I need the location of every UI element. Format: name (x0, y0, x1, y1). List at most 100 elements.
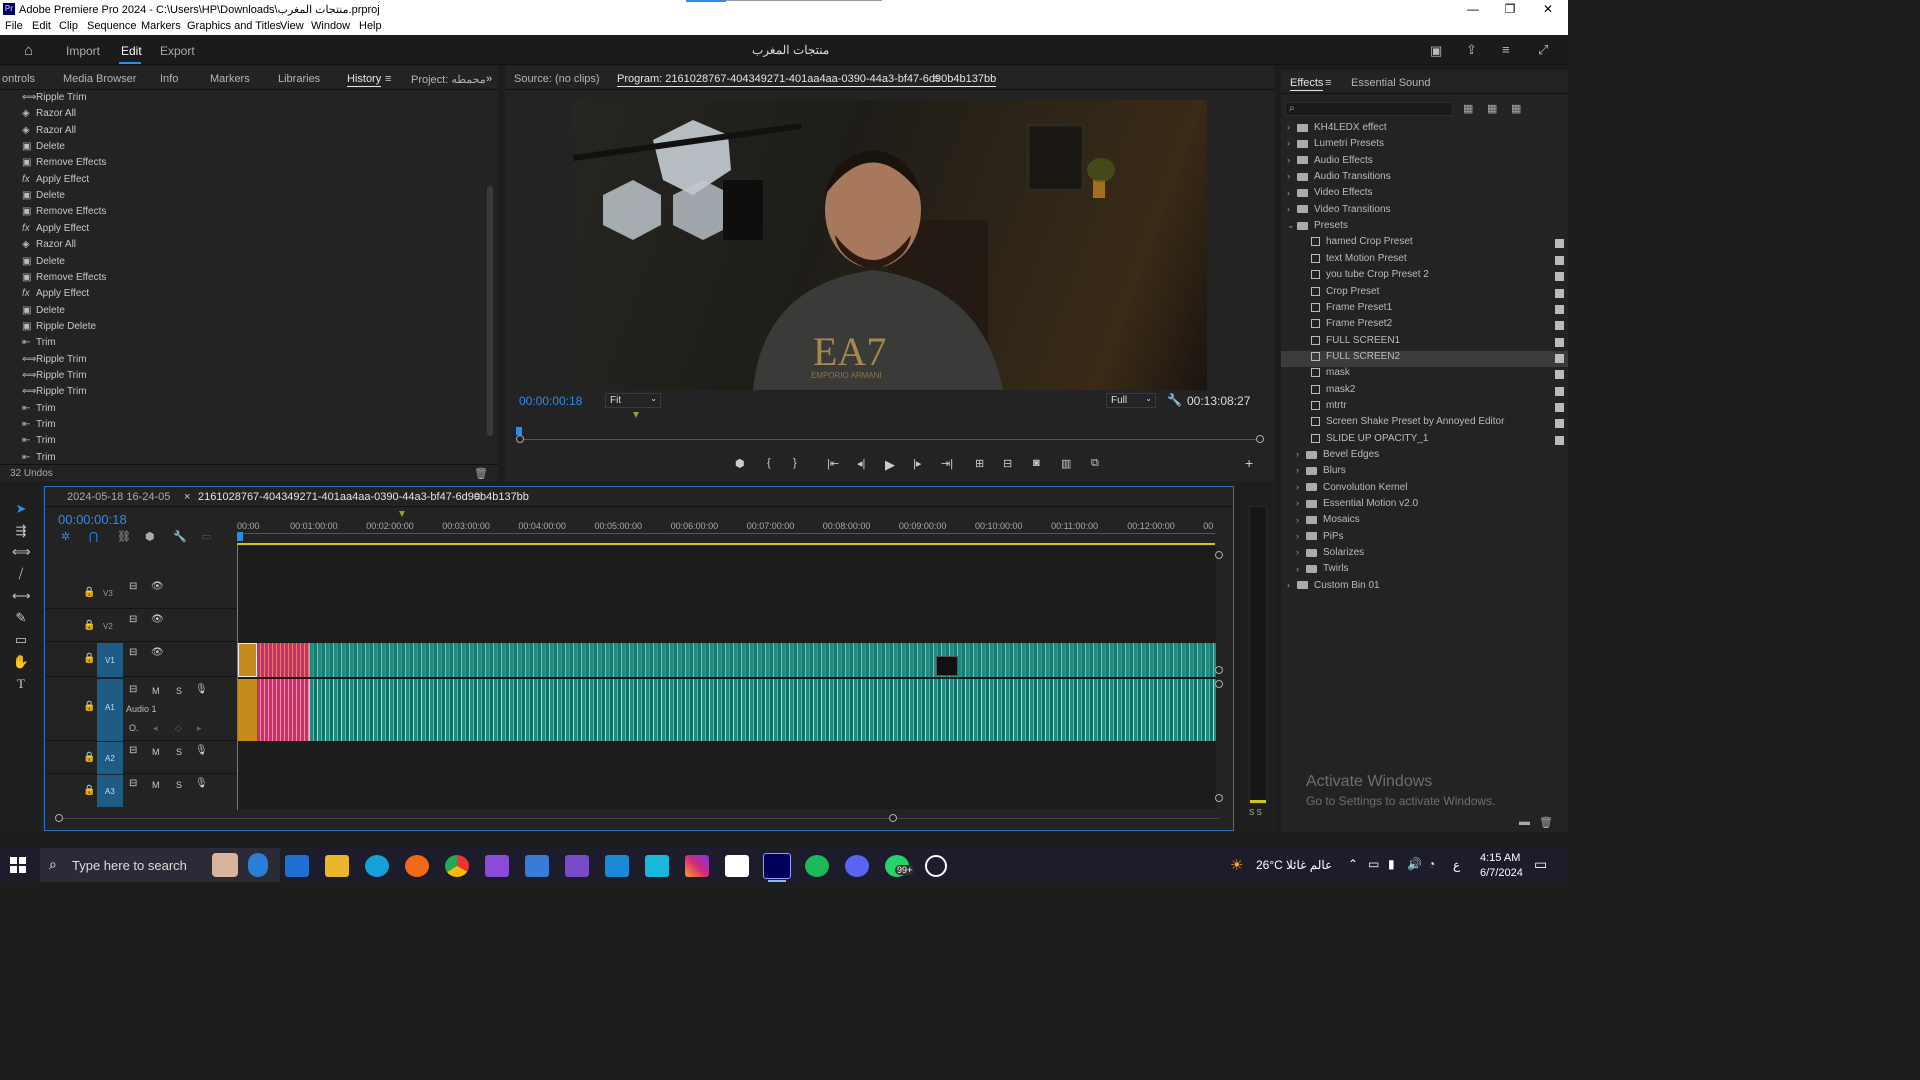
notifications-icon[interactable]: ▭ (1534, 856, 1547, 873)
history-item[interactable]: ⇤ Trim (22, 419, 482, 435)
32bit-effects-icon[interactable]: ▦ (1487, 102, 1497, 115)
lock-icon[interactable]: 🔒 (83, 620, 95, 631)
effect-folder-item[interactable]: › PiPs (1281, 531, 1568, 547)
solo-button[interactable]: S (176, 686, 182, 696)
time-ruler[interactable]: 00:00 00:01:00:00 00:02:00:00 00:03:00:00 00… (237, 511, 1217, 545)
effect-folder-item[interactable]: › Twirls (1281, 563, 1568, 579)
wifi-icon[interactable]: ◔ (1428, 857, 1435, 871)
weather-icon[interactable]: ☀ (1230, 856, 1243, 874)
step-forward-icon[interactable]: |▸ (913, 457, 921, 470)
chevron-right-icon[interactable]: › (1296, 547, 1306, 557)
step-back-icon[interactable]: ◂| (857, 457, 865, 470)
effect-preset-item[interactable]: hamed Crop Preset (1281, 236, 1568, 252)
effects-search-input[interactable]: ⌕ (1285, 102, 1453, 116)
effect-preset-item[interactable]: Crop Preset (1281, 286, 1568, 302)
comparison-view-icon[interactable]: ▥ (1061, 457, 1071, 470)
tab-essential-sound[interactable]: Essential Sound (1351, 77, 1431, 89)
export-frame-icon[interactable]: ◙ (1033, 457, 1040, 469)
effect-preset-item[interactable]: Screen Shake Preset by Annoyed Editor (1281, 416, 1568, 432)
history-item[interactable]: ⇤ Trim (22, 452, 482, 462)
file-explorer-icon[interactable] (325, 855, 349, 877)
store-icon[interactable] (525, 855, 549, 877)
lift-icon[interactable]: ⊞ (975, 457, 984, 470)
windows-start-icon[interactable] (10, 857, 26, 873)
pen-tool-icon[interactable]: ✎ (12, 610, 30, 628)
lock-icon[interactable]: 🔒 (83, 587, 95, 598)
history-item[interactable]: ▣ Delete (22, 305, 482, 321)
effect-folder-item[interactable]: › Convolution Kernel (1281, 482, 1568, 498)
fullscreen-icon[interactable]: ⤢ (1538, 42, 1548, 58)
rectangle-tool-icon[interactable]: ▭ (12, 632, 30, 650)
tab-edit[interactable]: Edit (121, 44, 142, 58)
video-clip-thumbnail[interactable] (936, 656, 958, 676)
horizontal-zoom-bar[interactable] (55, 812, 1223, 824)
settings-wrench-icon[interactable]: 🔧 (1167, 393, 1182, 407)
history-item[interactable]: ⇤ Trim (22, 403, 482, 419)
clock-time[interactable]: 4:15 AM (1480, 852, 1520, 864)
chevron-right-icon[interactable]: › (1287, 204, 1297, 214)
delete-icon[interactable]: 🗑 (1539, 816, 1553, 829)
add-keyframe-icon[interactable]: ◇ (175, 723, 182, 734)
timeline-settings-icon[interactable]: 🔧 (173, 530, 187, 543)
next-keyframe-icon[interactable]: ▸ (197, 723, 202, 734)
chevron-right-icon[interactable]: › (1296, 498, 1306, 508)
tab-export[interactable]: Export (160, 44, 195, 58)
scrub-playhead[interactable] (516, 427, 522, 435)
history-item[interactable]: ▣ Delete (22, 190, 482, 206)
eye-icon[interactable]: 👁 (151, 614, 164, 625)
menu-view[interactable]: View (280, 20, 304, 32)
linked-selection-icon[interactable]: ⛓ (117, 530, 131, 543)
chevron-right-icon[interactable]: › (1296, 564, 1306, 574)
zoom-end-handle[interactable] (889, 814, 897, 822)
lock-icon[interactable]: 🔒 (83, 785, 95, 796)
chevron-right-icon[interactable]: › (1287, 138, 1297, 148)
chrome-icon[interactable] (445, 855, 469, 877)
microphone-icon[interactable]: 🎙 (195, 745, 208, 756)
chevron-right-icon[interactable]: › (1287, 580, 1297, 590)
panel-overflow-icon[interactable]: » (486, 73, 492, 85)
yuv-effects-icon[interactable]: ▦ (1511, 102, 1521, 115)
menu-edit[interactable]: Edit (32, 20, 51, 32)
chevron-down-icon[interactable]: ⌄ (1287, 220, 1297, 231)
new-bin-icon[interactable]: ▬ (1519, 816, 1530, 828)
sync-lock-icon[interactable]: ⊟ (129, 581, 137, 592)
vertical-scroll-handle-top[interactable] (1215, 551, 1223, 559)
sync-lock-icon[interactable]: ⊟ (129, 614, 137, 625)
history-item[interactable]: fx Apply Effect (22, 223, 482, 239)
program-menu-icon[interactable]: ≡ (933, 73, 939, 85)
solo-meter-buttons[interactable]: S S (1249, 808, 1262, 817)
tab-project[interactable]: Project: محمطه (411, 73, 486, 86)
captions-icon[interactable]: ▭ (201, 530, 211, 543)
history-item[interactable]: ⟺Ripple Trim (22, 370, 482, 386)
audio-clip-track-a1[interactable] (238, 679, 1216, 741)
history-item[interactable]: ⇤ Trim (22, 435, 482, 451)
minimize-icon[interactable]: — (1453, 1, 1493, 17)
clipchamp-icon[interactable] (485, 855, 509, 877)
effect-folder-item[interactable]: › Audio Transitions (1281, 171, 1568, 187)
tab-libraries[interactable]: Libraries (278, 73, 320, 85)
chevron-right-icon[interactable]: › (1287, 155, 1297, 165)
effect-preset-item[interactable]: SLIDE UP OPACITY_1 (1281, 433, 1568, 449)
language-indicator[interactable]: ع (1453, 858, 1460, 872)
history-item[interactable]: ◈ Razor All (22, 108, 482, 124)
selection-tool-icon[interactable]: ➤ (12, 501, 30, 519)
go-to-out-icon[interactable]: ⇥| (941, 457, 953, 470)
solo-button[interactable]: S (176, 780, 182, 790)
nest-toggle-icon[interactable]: ✲ (61, 530, 70, 543)
chevron-right-icon[interactable]: › (1287, 122, 1297, 132)
accelerated-effects-icon[interactable]: ▦ (1463, 102, 1473, 115)
effect-folder-item[interactable]: ⌄ Presets (1281, 220, 1568, 236)
menu-graphics-titles[interactable]: Graphics and Titles (187, 20, 281, 32)
lock-icon[interactable]: 🔒 (83, 701, 95, 712)
tab-media-browser[interactable]: Media Browser (63, 73, 136, 85)
button-editor-icon[interactable]: + (1245, 455, 1253, 471)
sync-lock-icon[interactable]: ⊟ (129, 745, 137, 756)
eye-icon[interactable]: 👁 (151, 581, 164, 592)
video-frame[interactable]: EA7 EMPORIO ARMANI (573, 100, 1207, 390)
menu-sequence[interactable]: Sequence (87, 20, 137, 32)
sequence-menu-icon[interactable]: ≡ (474, 491, 480, 503)
chevron-right-icon[interactable]: › (1296, 482, 1306, 492)
effect-preset-item[interactable]: text Motion Preset (1281, 253, 1568, 269)
history-item[interactable]: ▣ Remove Effects (22, 157, 482, 173)
go-to-in-icon[interactable]: |⇤ (827, 457, 839, 470)
